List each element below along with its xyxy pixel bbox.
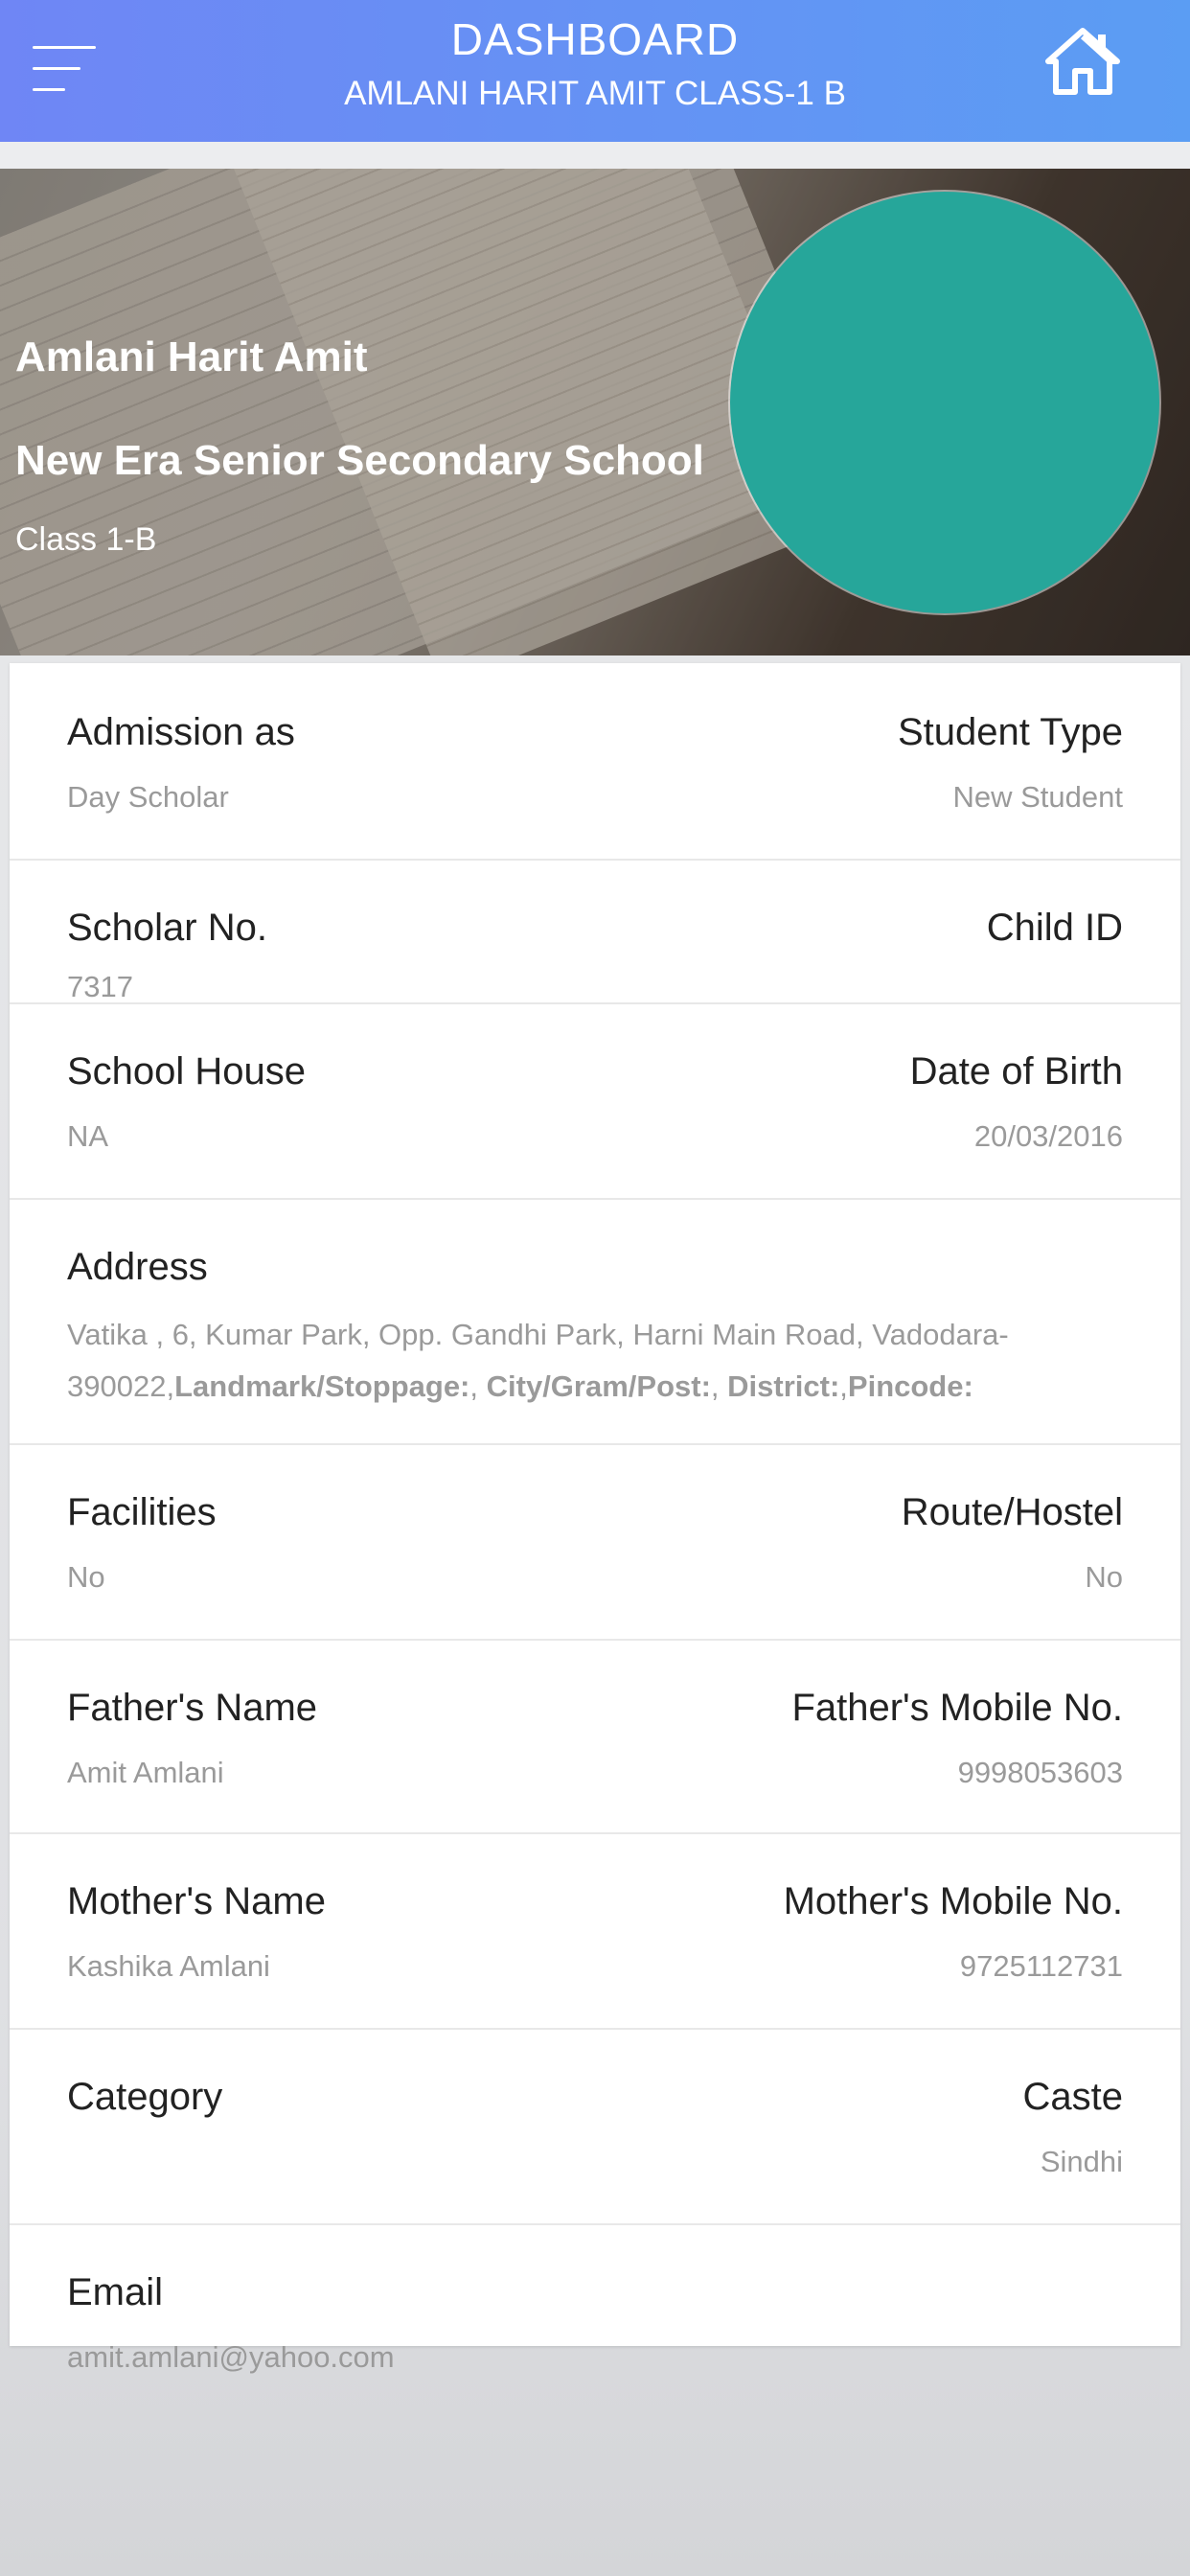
address-label: Address [67, 1246, 208, 1288]
mother-name-label: Mother's Name [67, 1880, 326, 1922]
mother-mobile-value[interactable]: 9725112731 [960, 1949, 1123, 1984]
page-subtitle: AMLANI HARIT AMIT CLASS-1 B [344, 75, 846, 112]
address-city: City/Gram/Post: [486, 1369, 711, 1403]
route-hostel-label: Route/Hostel [901, 1491, 1123, 1533]
dob-value: 20/03/2016 [973, 1119, 1123, 1153]
caste-value: Sindhi [1040, 2145, 1123, 2178]
mother-mobile-label: Mother's Mobile No. [783, 1880, 1123, 1922]
detail-row-address: Address Vatika , 6, Kumar Park, Opp. Gan… [10, 1198, 1180, 1445]
header-divider [0, 142, 1190, 169]
page-title: DASHBOARD [450, 14, 740, 64]
father-name-label: Father's Name [67, 1687, 318, 1729]
address-district: District: [727, 1369, 840, 1403]
student-type-label: Student Type [898, 711, 1123, 753]
admission-value: Day Scholar [67, 780, 229, 814]
school-house-label: School House [67, 1050, 307, 1092]
student-details-card: Admission as Day Scholar Student Type Ne… [10, 663, 1180, 2374]
address-value: Vatika , 6, Kumar Park, Opp. Gandhi Park… [67, 1318, 1009, 1403]
student-class: Class 1-B [15, 521, 157, 558]
facilities-value: No [67, 1560, 105, 1594]
scholar-no-label: Scholar No. [67, 907, 267, 949]
email-label: Email [67, 2271, 164, 2313]
father-mobile-value[interactable]: 9998053603 [958, 1756, 1123, 1790]
avatar[interactable] [730, 192, 1159, 613]
detail-row-category: Category Caste Sindhi [10, 2028, 1180, 2225]
detail-row-email: Email amit.amlani@yahoo.com [10, 2223, 1180, 2374]
top-app-bar: DASHBOARD AMLANI HARIT AMIT CLASS-1 B [0, 0, 1190, 142]
address-pincode: Pincode: [847, 1369, 973, 1403]
father-mobile-label: Father's Mobile No. [791, 1687, 1123, 1729]
detail-row-admission: Admission as Day Scholar Student Type Ne… [10, 663, 1180, 861]
detail-row-mother: Mother's Name Kashika Amlani Mother's Mo… [10, 1832, 1180, 2030]
home-icon[interactable] [1044, 27, 1121, 96]
admission-label: Admission as [67, 711, 295, 753]
detail-row-facilities: Facilities No Route/Hostel No [10, 1443, 1180, 1641]
address-landmark: Landmark/Stoppage: [174, 1369, 470, 1403]
scholar-no-value: 7317 [67, 970, 133, 1003]
facilities-label: Facilities [67, 1491, 217, 1533]
school-name: New Era Senior Secondary School [15, 437, 704, 484]
caste-label: Caste [1022, 2076, 1124, 2118]
email-value[interactable]: amit.amlani@yahoo.com [67, 2340, 395, 2375]
detail-row-house: School House NA Date of Birth 20/03/2016 [10, 1002, 1180, 1200]
mother-name-value: Kashika Amlani [67, 1949, 270, 1983]
profile-banner: Amlani Harit Amit New Era Senior Seconda… [0, 169, 1190, 656]
detail-row-scholar: Scholar No. 7317 Child ID [10, 859, 1180, 1004]
detail-row-father: Father's Name Amit Amlani Father's Mobil… [10, 1639, 1180, 1834]
school-house-value: NA [67, 1119, 109, 1153]
category-label: Category [67, 2076, 223, 2118]
father-name-value: Amit Amlani [67, 1756, 224, 1789]
route-hostel-value: No [1085, 1560, 1123, 1594]
student-name: Amlani Harit Amit [15, 334, 368, 380]
child-id-label: Child ID [986, 907, 1123, 949]
student-type-value: New Student [952, 780, 1124, 814]
dob-label: Date of Birth [909, 1050, 1123, 1092]
